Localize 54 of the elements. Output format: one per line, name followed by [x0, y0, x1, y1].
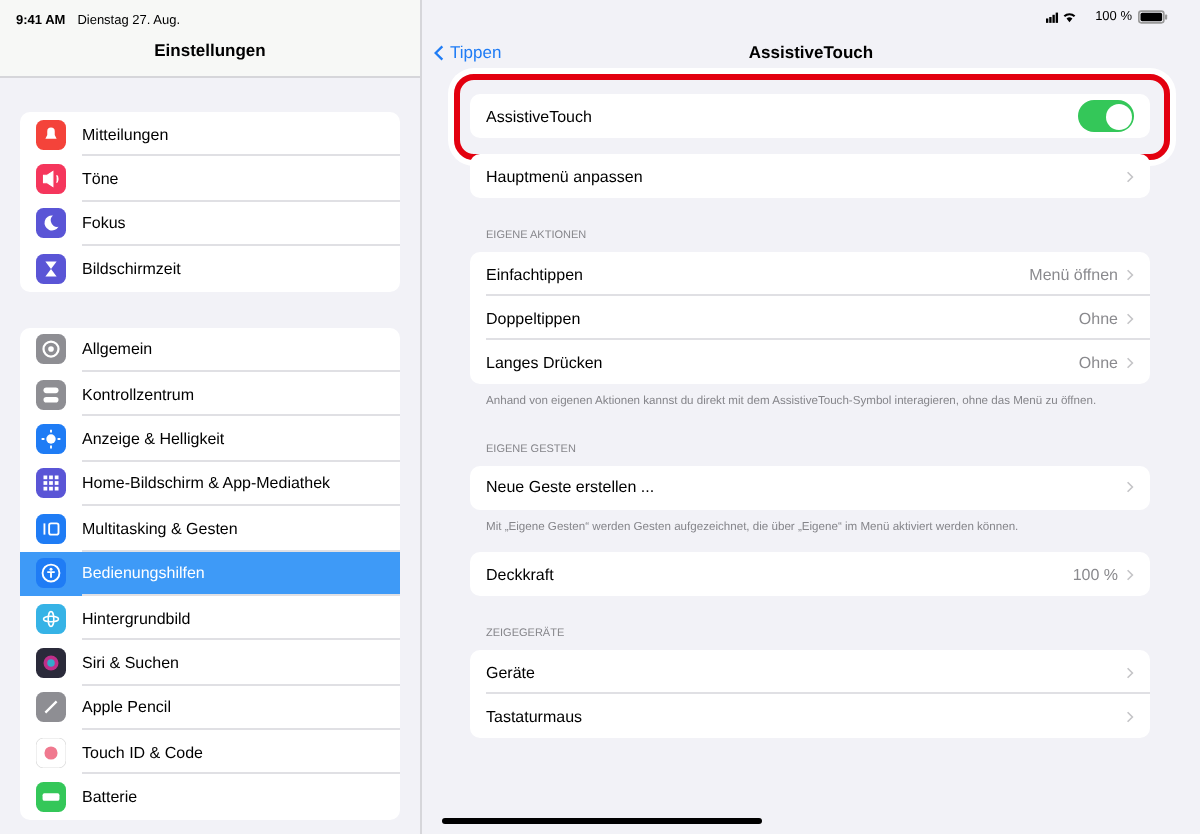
row-value: Ohne — [1078, 353, 1118, 371]
chevron-icon — [1126, 267, 1134, 281]
moon-icon — [36, 208, 66, 239]
toggle-switch[interactable] — [1078, 100, 1134, 132]
battery-icon — [36, 782, 66, 813]
orb-icon — [36, 647, 66, 678]
sidebar-item[interactable]: Home-Bildschirm & App-Mediathek — [20, 461, 400, 507]
row-value: 100 % — [1072, 565, 1118, 584]
battery-icon — [1138, 9, 1168, 23]
sidebar-item[interactable]: Hintergrundbild — [20, 595, 400, 641]
sidebar-item[interactable]: Fokus — [20, 201, 400, 247]
sidebar-item[interactable]: Bildschirmzeit — [20, 246, 400, 292]
chevron-icon — [1126, 709, 1134, 724]
accessibility-icon — [36, 558, 66, 589]
chevron-icon — [1126, 567, 1134, 582]
row-value: Ohne — [1078, 309, 1118, 327]
sidebar-item[interactable]: Apple Pencil — [20, 685, 400, 731]
settings-row[interactable]: Deckkraft 100 % — [470, 552, 1150, 597]
chevron-icon — [1126, 311, 1134, 325]
chevron-icon — [1126, 665, 1134, 680]
gear-icon — [36, 334, 66, 365]
sidebar-item[interactable]: Anzeige & Helligkeit — [20, 416, 400, 462]
settings-row[interactable]: Neue Geste erstellen ... — [470, 465, 1150, 510]
settings-row[interactable]: Geräte — [470, 650, 1150, 695]
sun-icon — [36, 424, 66, 455]
pencil-icon — [36, 692, 66, 723]
back-link[interactable]: Tippen — [434, 42, 502, 62]
sidebar-item[interactable]: Allgemein — [20, 327, 400, 372]
grid-icon — [36, 468, 66, 499]
sidebar-item[interactable]: Multitasking & Gesten — [20, 506, 400, 552]
sidebar-item[interactable]: Kontrollzentrum — [20, 371, 400, 417]
speaker-icon — [36, 164, 66, 195]
page-title: AssistiveTouch — [748, 42, 874, 62]
window-icon — [36, 513, 66, 544]
settings-row[interactable]: Doppeltippen Ohne — [470, 296, 1150, 340]
settings-row[interactable]: Einfachtippen Menü öffnen — [470, 252, 1150, 296]
row-value: Menü öffnen — [1029, 265, 1118, 283]
settings-row[interactable]: Tastaturmaus — [470, 694, 1150, 739]
sidebar-item[interactable]: Touch ID & Code — [20, 730, 400, 775]
chevron-left-icon — [434, 43, 444, 61]
sidebar-item[interactable]: Batterie — [20, 774, 400, 820]
row-label: AssistiveTouch — [486, 107, 592, 125]
sidebar-title: Einstellungen — [0, 28, 420, 78]
sidebar-item[interactable]: Töne — [20, 156, 400, 202]
chevron-icon — [1126, 480, 1134, 495]
toggles-icon — [36, 379, 66, 410]
bell-icon — [36, 119, 66, 150]
hourglass-icon — [36, 253, 66, 284]
chevron-icon — [1126, 355, 1134, 369]
settings-row[interactable]: Langes Drücken Ohne — [470, 340, 1150, 384]
sidebar-item[interactable]: Mitteilungen — [20, 112, 400, 157]
chevron-icon — [1126, 169, 1134, 183]
settings-row[interactable]: Hauptmenü anpassen — [470, 154, 1150, 198]
sidebar-item[interactable]: Siri & Suchen — [20, 640, 400, 686]
